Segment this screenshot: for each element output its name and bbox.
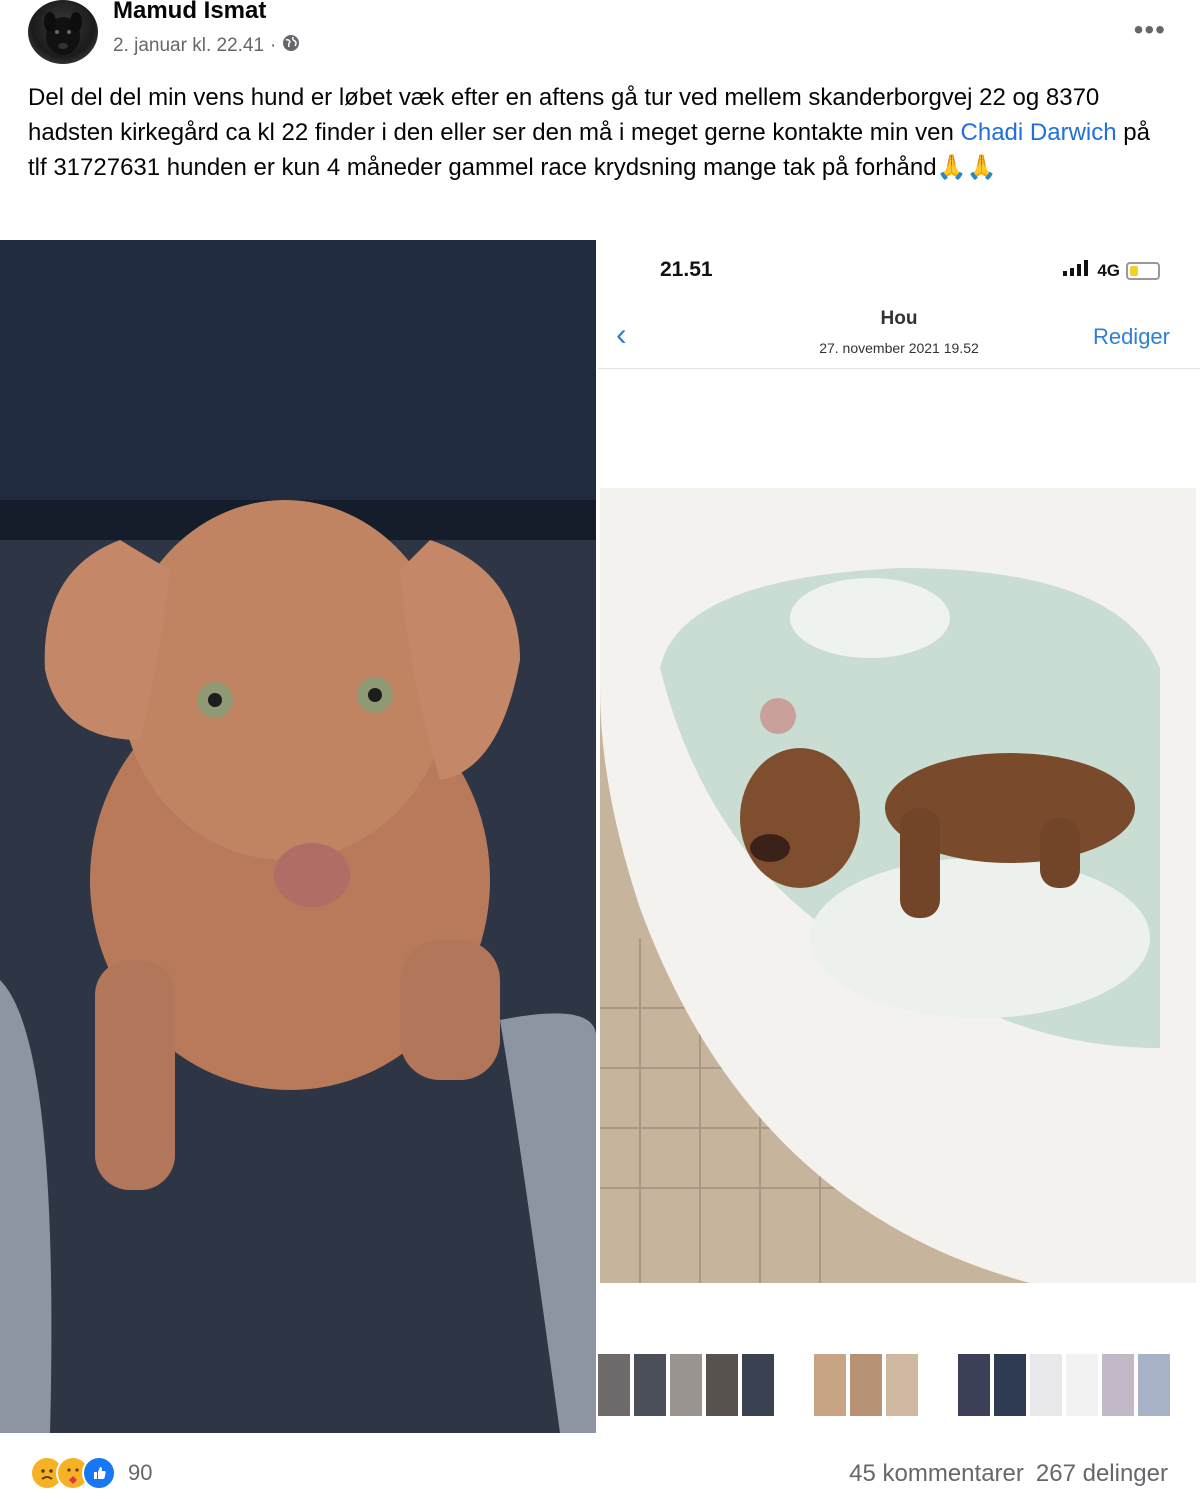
thumbnail[interactable] — [850, 1354, 882, 1416]
thumbnail[interactable] — [1066, 1354, 1098, 1416]
thumbnail[interactable] — [1102, 1354, 1134, 1416]
phone-nav-bar: ‹ Hou 27. november 2021 19.52 Rediger — [598, 302, 1200, 369]
pray-emoji: 🙏🙏 — [936, 154, 997, 181]
avatar[interactable] — [28, 0, 98, 64]
post-header: Mamud Ismat 2. januar kl. 22.41 · ••• — [0, 0, 1200, 70]
reaction-count[interactable]: 90 — [128, 1460, 152, 1486]
thumbnail[interactable] — [1030, 1354, 1062, 1416]
reactions-summary[interactable]: 90 — [30, 1456, 152, 1490]
phone-time: 21.51 — [660, 258, 713, 281]
mention-link[interactable]: Chadi Darwich — [961, 119, 1117, 146]
like-icon — [82, 1456, 116, 1490]
thumbnail[interactable] — [1138, 1354, 1170, 1416]
thumbnail-gap — [922, 1354, 954, 1416]
thumbnail[interactable] — [958, 1354, 990, 1416]
phone-status-bar: 21.51 4G — [598, 258, 1200, 288]
comments-count[interactable]: 45 kommentarer — [849, 1460, 1024, 1488]
edit-button[interactable]: Rediger — [1093, 324, 1170, 350]
thumbnail[interactable] — [670, 1354, 702, 1416]
network-label: 4G — [1097, 260, 1120, 280]
thumbnail[interactable] — [742, 1354, 774, 1416]
signal-icon — [1063, 260, 1091, 281]
thumbnail[interactable] — [886, 1354, 918, 1416]
thumbnail[interactable] — [994, 1354, 1026, 1416]
phone-status-icons: 4G — [1063, 260, 1160, 281]
thumbnail[interactable] — [598, 1354, 630, 1416]
post-text-part1: Del del del min vens hund er løbet væk e… — [28, 84, 1100, 146]
puppy-photo[interactable] — [0, 240, 596, 1433]
thumbnail[interactable] — [706, 1354, 738, 1416]
globe-icon — [282, 34, 300, 58]
more-options-button[interactable]: ••• — [1134, 14, 1166, 46]
post-text: Del del del min vens hund er løbet væk e… — [28, 80, 1168, 185]
engagement-stats: 45 kommentarer 267 delinger — [849, 1460, 1168, 1488]
photo-grid: 21.51 4G ‹ Hou 27. november 2021 19.52 R… — [0, 240, 1200, 1433]
battery-icon — [1126, 261, 1160, 280]
post-meta: 2. januar kl. 22.41 · — [113, 34, 300, 58]
bathtub-photo — [600, 488, 1196, 1283]
author-name[interactable]: Mamud Ismat — [113, 0, 266, 25]
thumbnail[interactable] — [814, 1354, 846, 1416]
timestamp[interactable]: 2. januar kl. 22.41 — [113, 35, 264, 57]
meta-separator: · — [270, 35, 277, 56]
phone-screenshot[interactable]: 21.51 4G ‹ Hou 27. november 2021 19.52 R… — [598, 240, 1200, 1433]
thumbnail[interactable] — [634, 1354, 666, 1416]
photo-thumbnail-strip — [598, 1354, 1200, 1416]
post-footer: 90 45 kommentarer 267 delinger — [0, 1440, 1200, 1499]
shares-count[interactable]: 267 delinger — [1036, 1460, 1168, 1488]
thumbnail-gap — [778, 1354, 810, 1416]
